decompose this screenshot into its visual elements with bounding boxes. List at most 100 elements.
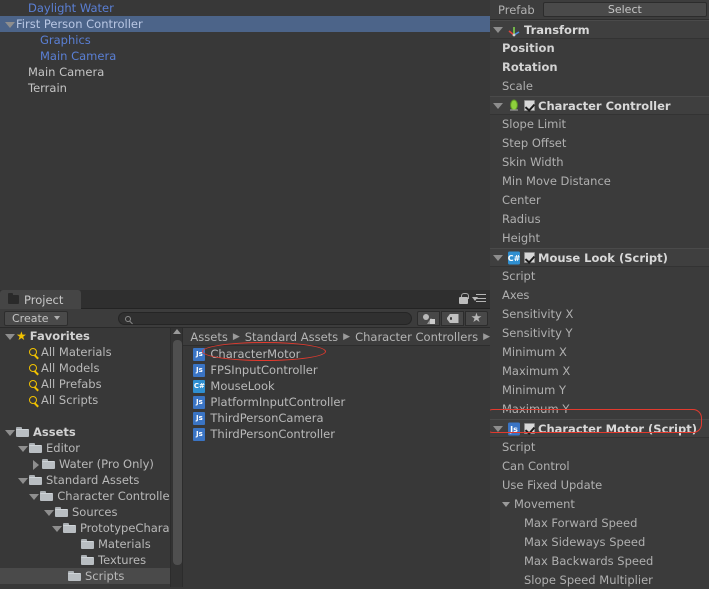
hierarchy-item[interactable]: Terrain — [0, 80, 490, 96]
project-tree-item-label: PrototypeChara — [79, 521, 170, 535]
breadcrumb-item[interactable]: Character Controllers — [355, 330, 478, 344]
disclosure-triangle-icon[interactable] — [4, 19, 15, 30]
asset-list-item[interactable]: Js PlatformInputController — [183, 394, 490, 410]
project-tree-item-label: Scripts — [85, 569, 125, 583]
project-tree-item-label: All Materials — [41, 345, 112, 359]
project-tree-item[interactable]: Sources — [0, 504, 170, 520]
folder-icon — [40, 491, 54, 501]
star-icon: ★ — [16, 329, 27, 343]
asset-list-item[interactable]: C# MouseLook — [183, 378, 490, 394]
filter-button-group: ★ — [417, 311, 488, 326]
lock-icon[interactable] — [459, 293, 469, 304]
project-tree-item[interactable]: All Prefabs — [0, 376, 170, 392]
tab-project-label: Project — [24, 292, 64, 307]
project-tree-item-label: Sources — [72, 505, 118, 519]
project-tree-item-label: Character Controlle — [57, 489, 170, 503]
panel-menu-icon[interactable] — [472, 293, 486, 304]
project-tree-item[interactable]: All Scripts — [0, 392, 170, 408]
label-filter-button[interactable] — [441, 311, 464, 326]
project-tree-item[interactable]: Assets — [0, 424, 170, 440]
asset-list-item[interactable]: Js FPSInputController — [183, 362, 490, 378]
disclosure-triangle-icon[interactable] — [51, 523, 62, 534]
breadcrumb-separator-icon: ▶ — [232, 331, 240, 342]
disclosure-triangle-icon[interactable] — [17, 443, 28, 454]
breadcrumb-item[interactable]: Standard Assets — [245, 330, 338, 344]
breadcrumb-item[interactable]: Assets — [190, 330, 227, 344]
create-button[interactable]: Create — [4, 310, 68, 326]
project-tree-item[interactable]: Scripts — [0, 568, 170, 584]
js-script-icon: Js — [193, 347, 206, 361]
scrollbar-thumb[interactable] — [172, 340, 182, 565]
disclosure-triangle-icon[interactable] — [4, 427, 15, 438]
hierarchy-item[interactable]: Main Camera — [0, 48, 490, 64]
project-panel: Project Create ★ ★ Favorites All Materia… — [0, 290, 490, 589]
project-tree-item[interactable]: ★ Favorites — [0, 328, 170, 344]
folder-icon — [8, 293, 19, 304]
folder-icon — [16, 427, 29, 437]
js-script-icon: Js — [193, 363, 206, 377]
search-icon — [125, 315, 131, 322]
project-tree-item[interactable]: Particle — [0, 584, 170, 587]
js-script-icon: Js — [193, 411, 206, 425]
disclosure-triangle-icon[interactable] — [17, 475, 28, 486]
project-tree-item[interactable]: Water (Pro Only) — [0, 456, 170, 472]
search-input[interactable] — [135, 312, 395, 325]
disclosure-triangle-icon[interactable] — [30, 587, 41, 588]
project-tree-item[interactable]: All Models — [0, 360, 170, 376]
asset-list-item-label: MouseLook — [210, 379, 275, 393]
project-tree-item-label: Editor — [46, 441, 81, 455]
project-tree-item-label: All Scripts — [41, 393, 99, 407]
disclosure-triangle-icon[interactable] — [30, 459, 41, 470]
hierarchy-item[interactable]: First Person Controller — [0, 16, 490, 32]
annotation-layer-inspector — [490, 0, 709, 589]
project-body: ★ Favorites All Materials All Models All Pre… — [0, 328, 490, 587]
hierarchy-item-label: Daylight Water — [28, 1, 114, 15]
search-field[interactable] — [118, 312, 412, 325]
project-tree-item[interactable] — [0, 408, 170, 424]
project-tree-item[interactable]: All Materials — [0, 344, 170, 360]
annotation-rect-character-motor-component — [490, 409, 702, 433]
asset-list: Js CharacterMotor Js FPSInputController C# Mo… — [183, 346, 490, 442]
hierarchy-item[interactable]: Graphics — [0, 32, 490, 48]
saved-search-icon — [29, 396, 37, 404]
js-script-icon: Js — [193, 427, 206, 441]
js-script-icon: Js — [193, 395, 206, 409]
project-tree-item-label: Assets — [33, 425, 76, 439]
project-tree-item[interactable]: Materials — [0, 536, 170, 552]
hierarchy-item[interactable]: Main Camera — [0, 64, 490, 80]
project-tree-item[interactable]: Textures — [0, 552, 170, 568]
asset-list-item[interactable]: Js ThirdPersonController — [183, 426, 490, 442]
disclosure-triangle-icon[interactable] — [28, 491, 40, 502]
project-tree-item[interactable]: Standard Assets — [0, 472, 170, 488]
project-tree-item-label: Materials — [98, 537, 151, 551]
project-tree-item-label: All Models — [41, 361, 100, 375]
project-tree-item[interactable]: PrototypeChara — [0, 520, 170, 536]
asset-list-item[interactable]: Js CharacterMotor — [183, 346, 490, 362]
asset-list-item[interactable]: Js ThirdPersonCamera — [183, 410, 490, 426]
chevron-down-icon — [53, 316, 60, 320]
scroll-up-arrow-icon[interactable] — [173, 329, 182, 334]
project-tree-item[interactable]: Editor — [0, 440, 170, 456]
hierarchy-item[interactable]: Daylight Water — [0, 0, 490, 16]
project-tree-item-label: Textures — [98, 553, 147, 567]
project-tree-item-label: Water (Pro Only) — [59, 457, 154, 471]
panel-header-controls — [459, 293, 486, 304]
disclosure-triangle-icon[interactable] — [43, 507, 54, 518]
type-filter-button[interactable] — [417, 311, 440, 326]
tab-project[interactable]: Project — [0, 290, 82, 309]
disclosure-triangle-icon[interactable] — [4, 331, 15, 342]
unity-editor-window: Daylight Water First Person Controller Gra… — [0, 0, 709, 589]
project-tree-scrollbar[interactable] — [169, 328, 183, 587]
create-button-label: Create — [12, 311, 49, 325]
project-tree-pane: ★ Favorites All Materials All Models All Pre… — [0, 328, 170, 587]
folder-icon — [81, 539, 94, 549]
favorite-filter-button[interactable]: ★ — [465, 311, 488, 326]
csharp-script-icon: C# — [193, 379, 206, 393]
project-tree-item[interactable]: Character Controlle — [0, 488, 170, 504]
